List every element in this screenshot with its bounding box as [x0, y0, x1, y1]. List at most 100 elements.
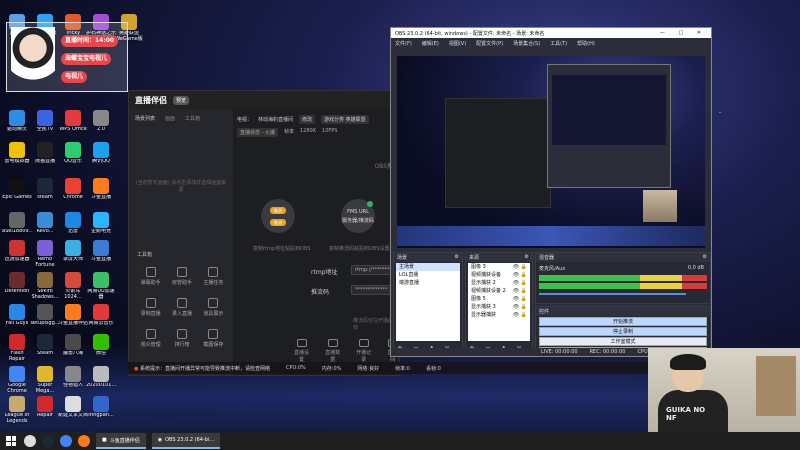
tab-canvas[interactable]: 画面 — [165, 115, 175, 122]
toolbox-item[interactable]: 主播任务 — [198, 267, 229, 286]
desktop-icon[interactable]: 怪物猎人 — [58, 366, 88, 395]
app-icon[interactable] — [78, 435, 90, 447]
studio-mode-button[interactable]: 工作室模式 — [539, 337, 707, 346]
toolbox-item[interactable]: 观众管理 — [135, 329, 166, 348]
desktop-icon[interactable]: Remo Fortune — [30, 240, 60, 269]
streaming-assistant-window[interactable]: 直播伴侣 预览 场景列表 画面 工具箱 (当前暂无画面) 请点击添加并选择画面来… — [128, 90, 405, 376]
desktop-icon[interactable]: aSel18b09... — [2, 212, 32, 241]
dock-menu-icon[interactable]: ⚙ — [455, 254, 459, 261]
toolbox-item[interactable]: 截图保存 — [198, 329, 229, 348]
desktop-icon[interactable]: Chrome — [58, 178, 88, 207]
visibility-lock-icon[interactable]: 👁 🔒 — [513, 296, 527, 302]
desktop-icon[interactable]: 20200101... — [86, 366, 116, 395]
desktop-icon[interactable]: WPS Office — [58, 110, 88, 139]
source-item[interactable]: 显示捕获 2 👁 🔒 — [468, 279, 530, 287]
taskbar-app-obs[interactable]: ◉ OBS 23.0.2 (64-bi... — [151, 433, 221, 449]
source-item[interactable]: 图像 5 👁 🔒 — [468, 295, 530, 303]
desktop-icon[interactable]: 微信 — [86, 334, 116, 363]
menu-item[interactable]: 编辑(E) — [422, 40, 439, 47]
desktop-icon[interactable]: 企鹅电竞 — [86, 212, 116, 241]
obs-title-bar[interactable]: OBS 23.0.2 (64-bit, windows) - 配置文件: 未命名… — [391, 28, 711, 38]
desktop-icon[interactable]: Super Mega... — [30, 366, 60, 395]
desktop-icon[interactable]: Fall Guys — [2, 304, 32, 333]
visibility-lock-icon[interactable]: 👁 🔒 — [513, 280, 527, 286]
desktop-icon[interactable]: 网易云音乐 — [86, 304, 116, 333]
desktop-icon[interactable]: Epic Games — [2, 178, 32, 207]
tab-scenes[interactable]: 场景列表 — [135, 115, 155, 122]
desktop-icon[interactable]: 驱动精灵 — [2, 110, 32, 139]
window-controls[interactable]: — □ ✕ — [660, 30, 707, 36]
chrome-icon[interactable] — [60, 435, 72, 447]
desktop-icon[interactable]: QQ音乐 — [58, 142, 88, 171]
desktop-icon[interactable]: Flash Repair — [2, 334, 32, 363]
stop-recording-button[interactable]: 停止录制 — [539, 327, 707, 336]
desktop-icon[interactable]: 录屏大师 — [58, 240, 88, 269]
desktop-icon[interactable]: League of Legends — [2, 396, 32, 425]
visibility-lock-icon[interactable]: 👁 🔒 — [513, 304, 527, 310]
desktop-icon[interactable]: 腾讯QQ — [86, 142, 116, 171]
preview-badge[interactable]: 预览 — [173, 95, 190, 105]
desktop-icon[interactable]: Detention — [2, 272, 32, 301]
dock-menu-icon[interactable]: ⚙ — [703, 254, 707, 261]
toolbox-item[interactable]: 录入直播 — [166, 298, 197, 317]
menu-item[interactable]: 视图(V) — [449, 40, 466, 47]
obs-window[interactable]: OBS 23.0.2 (64-bit, windows) - 配置文件: 未命名… — [390, 27, 712, 357]
menu-item[interactable]: 工具(T) — [550, 40, 567, 47]
desktop-icon[interactable]: 雷电模拟器 — [2, 142, 32, 171]
category-chip[interactable]: 游戏分类 英雄联盟 — [321, 115, 369, 124]
desktop-icon[interactable]: Sekiro Shadows... — [30, 272, 60, 301]
desktop-icon[interactable]: 迅雷 — [58, 212, 88, 241]
edit-button[interactable]: 修改 — [299, 115, 316, 124]
visibility-lock-icon[interactable]: 👁 🔒 — [513, 288, 527, 294]
dock-menu-icon[interactable]: ⚙ — [525, 254, 529, 261]
desktop-icon[interactable]: Revo... — [30, 212, 60, 241]
source-item[interactable]: 显示捕获 3 👁 🔒 — [468, 303, 530, 311]
desktop-icon[interactable]: 斗鱼直播伴侣 — [58, 304, 88, 333]
bottom-tool[interactable]: 开播记录 — [355, 339, 372, 363]
toolbox-item[interactable]: 道具展示 — [198, 298, 229, 317]
scene-item[interactable]: 端游直播 — [396, 279, 460, 287]
visibility-lock-icon[interactable]: 👁 🔒 — [513, 312, 527, 318]
toolbox-item[interactable]: 弹幕助手 — [135, 267, 166, 286]
source-item[interactable]: 显示器捕获 👁 🔒 — [468, 311, 530, 319]
desktop-icon[interactable]: Steam — [30, 334, 60, 363]
desktop-icon[interactable]: 迅游加速器 — [2, 240, 32, 269]
volume-slider[interactable] — [539, 293, 686, 295]
desktop-icon[interactable]: Repair — [30, 396, 60, 425]
desktop-icon[interactable]: Iringpan... — [86, 396, 116, 425]
source-item[interactable]: 图像 3 👁 🔒 — [468, 263, 530, 271]
windows-start-icon[interactable] — [4, 434, 18, 448]
visibility-lock-icon[interactable]: 👁 🔒 — [513, 272, 527, 278]
visibility-lock-icon[interactable]: 👁 🔒 — [513, 264, 527, 270]
taskbar-app-assistant[interactable]: ■ 斗鱼直播伴侣 — [96, 433, 146, 449]
menu-item[interactable]: 帮助(H) — [577, 40, 595, 47]
bottom-tool[interactable]: 直播数据 — [324, 339, 341, 363]
start-streaming-button[interactable]: 开始推流 — [539, 317, 707, 326]
steam-icon[interactable] — [42, 435, 54, 447]
bottom-tool[interactable]: 直播设置 — [293, 339, 310, 363]
desktop-icon[interactable]: Google Chrome — [2, 366, 32, 395]
menu-item[interactable]: 场景集合(S) — [513, 40, 540, 47]
desktop-icon[interactable]: 斗鱼直播 — [86, 240, 116, 269]
menu-item[interactable]: 文件(F) — [395, 40, 412, 47]
source-item[interactable]: 视频捕获设备 👁 🔒 — [468, 271, 530, 279]
toolbox-item[interactable]: 排行榜 — [166, 329, 197, 348]
desktop-icon[interactable]: 火箭车1024... — [58, 272, 88, 301]
desktop-icon[interactable]: 熊猫直播 — [30, 142, 60, 171]
desktop-icon[interactable]: 网易UU加速器 — [86, 272, 116, 301]
search-icon[interactable] — [24, 435, 36, 447]
desktop-icon[interactable]: 魔兽八海 — [58, 334, 88, 363]
scene-item[interactable]: 主场景 — [396, 263, 460, 271]
menu-item[interactable]: 配置文件(P) — [476, 40, 503, 47]
desktop-icon[interactable]: 新建文本文档 — [58, 396, 88, 425]
obs-preview[interactable] — [397, 56, 705, 248]
source-item[interactable]: 视频捕获设备 2 👁 🔒 — [468, 287, 530, 295]
desktop-icon[interactable]: setupslgg... — [30, 304, 60, 333]
toolbox-item[interactable]: 录制直播 — [135, 298, 166, 317]
scene-item[interactable]: LOL直播 — [396, 271, 460, 279]
toolbox-item[interactable]: 房管助手 — [166, 267, 197, 286]
tab-toolbox[interactable]: 工具箱 — [185, 115, 200, 122]
desktop-icon[interactable]: 2.0 — [86, 110, 116, 139]
desktop-icon[interactable]: 斗鱼直播 — [86, 178, 116, 207]
desktop-icon[interactable]: 全民TV — [30, 110, 60, 139]
